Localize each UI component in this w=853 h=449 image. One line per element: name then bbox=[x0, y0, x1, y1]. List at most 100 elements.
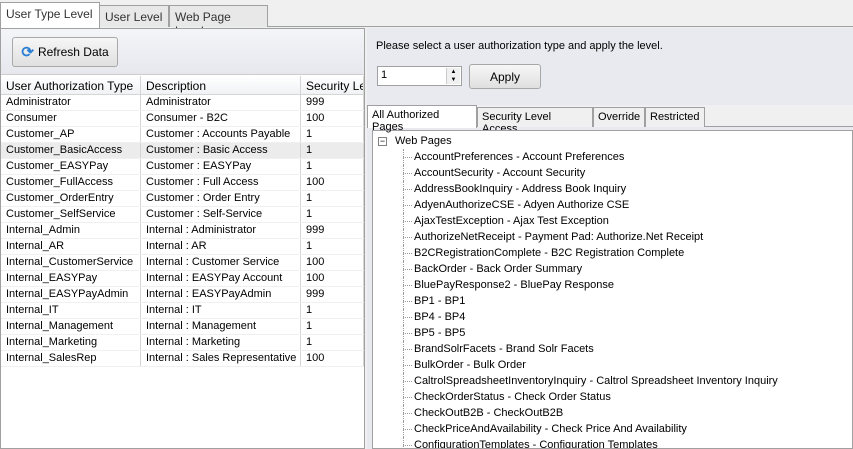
table-cell: 1 bbox=[301, 143, 364, 158]
table-cell: 1 bbox=[301, 303, 364, 318]
table-cell: 100 bbox=[301, 255, 364, 270]
table-cell: Customer : Self-Service bbox=[141, 207, 301, 222]
table-cell: Customer : EASYPay bbox=[141, 159, 301, 174]
tab-security-level-access[interactable]: Security Level Access bbox=[477, 107, 593, 135]
apply-button[interactable]: Apply bbox=[469, 64, 541, 89]
table-cell: Internal : Customer Service bbox=[141, 255, 301, 270]
tab-web-page-level[interactable]: Web Page Level bbox=[169, 5, 268, 38]
main-tabs: User Type Level User Level Web Page Leve… bbox=[0, 0, 853, 38]
table-row[interactable]: Administrator Administrator 999 bbox=[1, 95, 364, 111]
table-cell: 1 bbox=[301, 335, 364, 350]
tree-item[interactable]: AddressBookInquiry - Address Book Inquir… bbox=[373, 181, 852, 197]
table-cell: Internal : AR bbox=[141, 239, 301, 254]
column-header-type[interactable]: User Authorization Type bbox=[1, 76, 141, 94]
table-cell: Customer_BasicAccess bbox=[1, 143, 141, 158]
table-cell: Internal : IT bbox=[141, 303, 301, 318]
tree-item[interactable]: AccountPreferences - Account Preferences bbox=[373, 149, 852, 165]
tree-item[interactable]: AdyenAuthorizeCSE - Adyen Authorize CSE bbox=[373, 197, 852, 213]
table-cell: 999 bbox=[301, 95, 364, 110]
tree-item[interactable]: BP5 - BP5 bbox=[373, 325, 852, 341]
table-row[interactable]: Customer_BasicAccess Customer : Basic Acc… bbox=[1, 143, 364, 159]
table-cell: 1 bbox=[301, 319, 364, 334]
table-row[interactable]: Internal_AR Internal : AR 1 bbox=[1, 239, 364, 255]
table-row[interactable]: Internal_CustomerService Internal : Custo… bbox=[1, 255, 364, 271]
table-cell: Internal_EASYPay bbox=[1, 271, 141, 286]
tree-item[interactable]: B2CRegistrationComplete - B2C Registrati… bbox=[373, 245, 852, 261]
table-cell: Internal_Marketing bbox=[1, 335, 141, 350]
refresh-data-button[interactable]: ⟳ Refresh Data bbox=[12, 37, 118, 67]
web-pages-tree[interactable]: − Web Pages AccountPreferences - Account… bbox=[372, 130, 853, 449]
level-stepper[interactable]: 1 ▲ ▼ bbox=[377, 66, 462, 86]
tree-item[interactable]: BulkOrder - Bulk Order bbox=[373, 357, 852, 373]
refresh-icon: ⟳ bbox=[21, 44, 34, 61]
table-row[interactable]: Customer_OrderEntry Customer : Order Entr… bbox=[1, 191, 364, 207]
tree-item[interactable]: CheckOrderStatus - Check Order Status bbox=[373, 389, 852, 405]
tree-item[interactable]: BrandSolrFacets - Brand Solr Facets bbox=[373, 341, 852, 357]
table-cell: Internal : EASYPay Account bbox=[141, 271, 301, 286]
table-cell: Customer_EASYPay bbox=[1, 159, 141, 174]
grid-header: User Authorization Type Description Secu… bbox=[1, 76, 364, 95]
table-row[interactable]: Customer_SelfService Customer : Self-Serv… bbox=[1, 207, 364, 223]
table-row[interactable]: Customer_FullAccess Customer : Full Acces… bbox=[1, 175, 364, 191]
table-cell: Customer_OrderEntry bbox=[1, 191, 141, 206]
table-row[interactable]: Internal_Management Internal : Management… bbox=[1, 319, 364, 335]
table-cell: 1 bbox=[301, 239, 364, 254]
tree-item[interactable]: CaltrolSpreadsheetInventoryInquiry - Cal… bbox=[373, 373, 852, 389]
instruction-text: Please select a user authorization type … bbox=[376, 40, 663, 52]
table-row[interactable]: Internal_IT Internal : IT 1 bbox=[1, 303, 364, 319]
table-cell: Internal_SalesRep bbox=[1, 351, 141, 366]
tree-item[interactable]: ConfigurationTemplates - Configuration T… bbox=[373, 437, 852, 448]
table-cell: 999 bbox=[301, 223, 364, 238]
tree-item[interactable]: BP4 - BP4 bbox=[373, 309, 852, 325]
stepper-arrows-icon[interactable]: ▲ ▼ bbox=[446, 68, 460, 84]
table-cell: Consumer - B2C bbox=[141, 111, 301, 126]
table-cell: Consumer bbox=[1, 111, 141, 126]
tree-item[interactable]: AjaxTestException - Ajax Test Exception bbox=[373, 213, 852, 229]
table-row[interactable]: Consumer Consumer - B2C 100 bbox=[1, 111, 364, 127]
table-cell: 1 bbox=[301, 191, 364, 206]
tree-item[interactable]: BluePayResponse2 - BluePay Response bbox=[373, 277, 852, 293]
table-cell: Internal_EASYPayAdmin bbox=[1, 287, 141, 302]
table-cell: Customer_FullAccess bbox=[1, 175, 141, 190]
toolbar: ⟳ Refresh Data bbox=[1, 29, 364, 75]
tree-root-label: Web Pages bbox=[395, 135, 452, 147]
table-row[interactable]: Internal_Marketing Internal : Marketing 1 bbox=[1, 335, 364, 351]
tree-item[interactable]: CheckOutB2B - CheckOutB2B bbox=[373, 405, 852, 421]
table-cell: Customer_AP bbox=[1, 127, 141, 142]
tab-override[interactable]: Override bbox=[593, 107, 645, 127]
page-tabs: All Authorized Pages Security Level Acce… bbox=[367, 105, 853, 135]
table-cell: 1 bbox=[301, 159, 364, 174]
table-cell: Customer_SelfService bbox=[1, 207, 141, 222]
refresh-label: Refresh Data bbox=[37, 45, 109, 59]
tab-user-level[interactable]: User Level bbox=[99, 5, 169, 27]
user-type-panel: ⟳ Refresh Data User Authorization Type D… bbox=[0, 28, 365, 449]
column-header-security-level[interactable]: Security Level bbox=[301, 76, 364, 94]
table-row[interactable]: Internal_EASYPayAdmin Internal : EASYPayA… bbox=[1, 287, 364, 303]
table-row[interactable]: Internal_Admin Internal : Administrator 99… bbox=[1, 223, 364, 239]
table-cell: Internal : Management bbox=[141, 319, 301, 334]
table-cell: Customer : Basic Access bbox=[141, 143, 301, 158]
level-value: 1 bbox=[381, 69, 388, 81]
tree-root[interactable]: − Web Pages bbox=[373, 133, 852, 149]
table-cell: 100 bbox=[301, 351, 364, 366]
tab-all-authorized-pages[interactable]: All Authorized Pages bbox=[367, 105, 477, 133]
table-cell: Internal : Administrator bbox=[141, 223, 301, 238]
table-row[interactable]: Customer_AP Customer : Accounts Payable 1 bbox=[1, 127, 364, 143]
tree-item[interactable]: BP1 - BP1 bbox=[373, 293, 852, 309]
table-cell: Administrator bbox=[141, 95, 301, 110]
tree-item[interactable]: AccountSecurity - Account Security bbox=[373, 165, 852, 181]
tab-restricted[interactable]: Restricted bbox=[645, 107, 705, 127]
column-header-description[interactable]: Description bbox=[141, 76, 301, 94]
collapse-icon[interactable]: − bbox=[378, 137, 387, 146]
table-cell: 1 bbox=[301, 207, 364, 222]
tree-item[interactable]: AuthorizeNetReceipt - Payment Pad: Autho… bbox=[373, 229, 852, 245]
tab-user-type-level[interactable]: User Type Level bbox=[0, 2, 100, 28]
table-row[interactable]: Internal_SalesRep Internal : Sales Repres… bbox=[1, 351, 364, 367]
table-cell: Internal_Management bbox=[1, 319, 141, 334]
table-cell: Internal_CustomerService bbox=[1, 255, 141, 270]
table-cell: Customer : Full Access bbox=[141, 175, 301, 190]
table-row[interactable]: Customer_EASYPay Customer : EASYPay 1 bbox=[1, 159, 364, 175]
tree-item[interactable]: CheckPriceAndAvailability - Check Price … bbox=[373, 421, 852, 437]
tree-item[interactable]: BackOrder - Back Order Summary bbox=[373, 261, 852, 277]
table-row[interactable]: Internal_EASYPay Internal : EASYPay Accou… bbox=[1, 271, 364, 287]
